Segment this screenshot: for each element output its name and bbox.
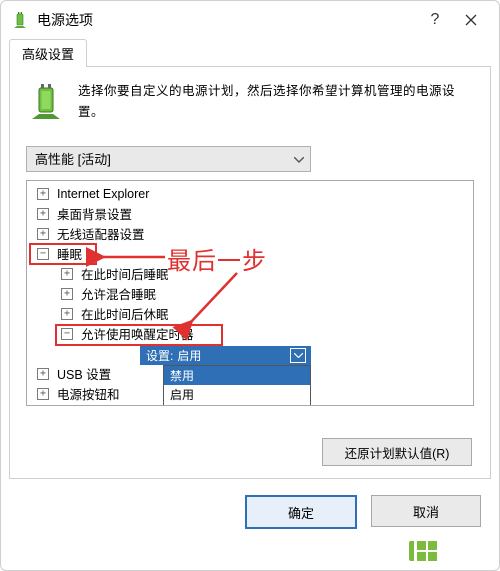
description-text: 选择你要自定义的电源计划，然后选择你希望计算机管理的电源设置。: [78, 81, 474, 124]
expand-icon[interactable]: +: [37, 368, 49, 380]
plan-select-value: 高性能 [活动]: [35, 149, 294, 168]
tree-item-desktop[interactable]: + 桌面背景设置: [29, 204, 473, 224]
power-options-dialog: 电源选项 ? 高级设置 选择你要自定义的电源计划，然后选择你: [0, 0, 500, 571]
setting-label: 设置:: [146, 347, 173, 364]
watermark-text: Win10 系统之家: [443, 539, 491, 564]
tree-item-hibernate-after[interactable]: + 在此时间后休眠: [29, 304, 473, 324]
expand-icon[interactable]: +: [37, 388, 49, 400]
ok-button[interactable]: 确定: [245, 495, 357, 529]
tab-strip: 高级设置: [9, 39, 491, 67]
annotation-box-wake-timer: [55, 324, 223, 346]
dialog-buttons: 确定 取消: [1, 479, 499, 529]
dialog-title: 电源选项: [37, 10, 417, 30]
setting-dropdown[interactable]: 禁用 启用 仅限重要的唤醒计算器: [163, 365, 311, 406]
setting-value: 启用: [177, 347, 201, 364]
annotation-text: 最后一步: [167, 241, 267, 276]
expand-icon[interactable]: +: [37, 188, 49, 200]
expand-icon[interactable]: +: [37, 228, 49, 240]
chevron-down-icon[interactable]: [290, 348, 306, 363]
expand-icon[interactable]: +: [61, 308, 73, 320]
tab-advanced[interactable]: 高级设置: [9, 39, 87, 67]
tree-item-ie[interactable]: + Internet Explorer: [29, 184, 473, 204]
expand-icon[interactable]: +: [61, 288, 73, 300]
expand-icon[interactable]: +: [37, 208, 49, 220]
tab-panel: 选择你要自定义的电源计划，然后选择你希望计算机管理的电源设置。 高性能 [活动]…: [9, 66, 491, 479]
watermark-logo-icon: [409, 541, 437, 561]
battery-icon: [26, 81, 66, 121]
power-options-icon: [11, 11, 29, 29]
wake-timer-setting-selected[interactable]: 设置: 启用: [140, 346, 311, 365]
chevron-down-icon: [294, 152, 304, 166]
expand-icon[interactable]: +: [61, 268, 73, 280]
option-disable[interactable]: 禁用: [164, 366, 310, 385]
plan-select[interactable]: 高性能 [活动]: [26, 146, 311, 172]
tree-item-hybrid-sleep[interactable]: + 允许混合睡眠: [29, 284, 473, 304]
help-button[interactable]: ?: [417, 6, 453, 34]
annotation-box-sleep: [29, 243, 97, 265]
cancel-button[interactable]: 取消: [371, 495, 481, 527]
watermark: Win10 系统之家: [409, 539, 491, 564]
option-important-only[interactable]: 仅限重要的唤醒计算器: [164, 404, 310, 406]
restore-defaults-button[interactable]: 还原计划默认值(R): [322, 438, 472, 466]
close-button[interactable]: [453, 6, 489, 34]
settings-tree[interactable]: + Internet Explorer + 桌面背景设置 + 无线适配器设置 −…: [26, 180, 474, 406]
titlebar: 电源选项 ?: [1, 1, 499, 39]
option-enable[interactable]: 启用: [164, 385, 310, 404]
